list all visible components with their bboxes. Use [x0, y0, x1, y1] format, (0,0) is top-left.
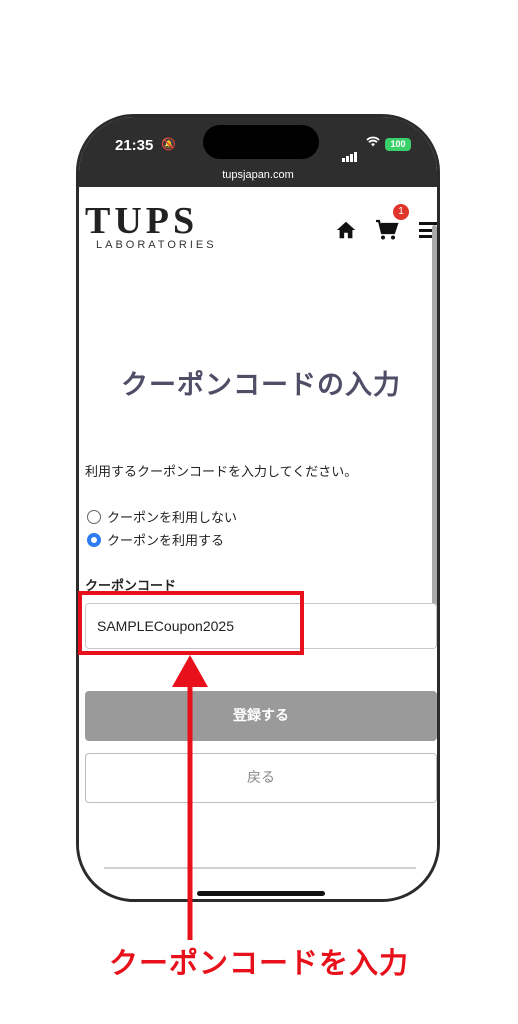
site-logo-subtitle: LABORATORIES	[96, 239, 217, 251]
radio-use-coupon[interactable]: クーポンを利用する	[87, 530, 224, 549]
radio-label: クーポンを利用する	[107, 534, 225, 549]
annotation-arrow-icon	[172, 655, 208, 940]
home-icon[interactable]	[335, 219, 357, 241]
status-bar: 21:35 🔕 100 tupsjapan.com	[79, 117, 437, 187]
battery-icon: 100	[385, 138, 411, 151]
radio-circle[interactable]	[87, 509, 101, 524]
radio-circle-selected[interactable]	[87, 532, 101, 547]
instruction-text: 利用するクーポンコードを入力してください。	[85, 465, 358, 480]
site-logo[interactable]: TUPS	[85, 202, 198, 240]
cart-icon[interactable]	[375, 218, 399, 242]
radio-no-coupon[interactable]: クーポンを利用しない	[87, 507, 237, 526]
annotation-caption: クーポンコードを入力	[108, 946, 409, 980]
wifi-icon	[366, 135, 380, 151]
back-button[interactable]: 戻る	[85, 753, 437, 803]
cart-count-badge: 1	[393, 204, 409, 220]
register-button[interactable]: 登録する	[85, 691, 437, 741]
status-time: 21:35	[115, 137, 154, 154]
address-bar-url[interactable]: tupsjapan.com	[79, 169, 437, 181]
cellular-signal-icon	[342, 143, 358, 162]
annotation-highlight-box	[78, 591, 304, 655]
dynamic-island	[203, 125, 319, 159]
page-title: クーポンコードの入力	[121, 370, 401, 401]
silent-bell-icon: 🔕	[161, 137, 176, 151]
phone-frame: 21:35 🔕 100 tupsjapan.com TUPS LABORATOR…	[76, 114, 440, 902]
scrollbar[interactable]	[432, 225, 437, 625]
bottom-divider	[104, 867, 416, 869]
radio-label: クーポンを利用しない	[107, 511, 238, 526]
page-content: TUPS LABORATORIES 1 クーポンコードの入力 利用するクーポンコ…	[79, 187, 437, 899]
